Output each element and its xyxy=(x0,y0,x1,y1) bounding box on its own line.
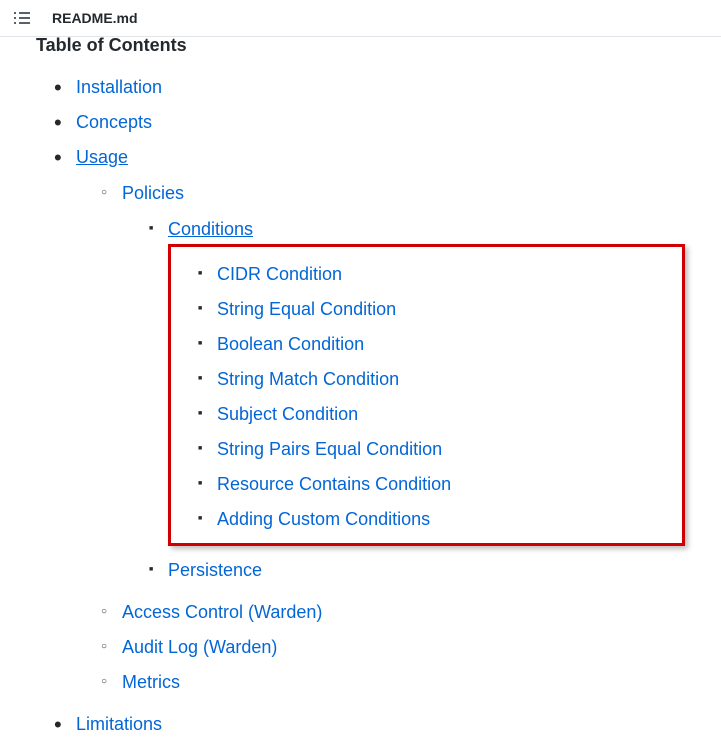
list-item: Metrics xyxy=(106,665,685,700)
toc-link-conditions[interactable]: Conditions xyxy=(168,219,253,239)
toc-list: Installation Concepts Usage Policies Con… xyxy=(36,70,685,742)
list-item: Persistence xyxy=(152,553,685,588)
toc-title: Table of Contents xyxy=(36,35,685,56)
toc-link-string-pairs-equal-condition[interactable]: String Pairs Equal Condition xyxy=(217,439,442,459)
toc-sublist: Policies Conditions CIDR Condition xyxy=(76,176,685,700)
list-item: String Match Condition xyxy=(201,362,676,397)
list-item: Subject Condition xyxy=(201,397,676,432)
list-item: Limitations xyxy=(60,707,685,742)
toc-link-metrics[interactable]: Metrics xyxy=(122,672,180,692)
list-item: Concepts xyxy=(60,105,685,140)
toc-link-subject-condition[interactable]: Subject Condition xyxy=(217,404,358,424)
toc-sublist: Conditions CIDR Condition String Equal C… xyxy=(122,212,685,588)
toc-link-adding-custom-conditions[interactable]: Adding Custom Conditions xyxy=(217,509,430,529)
list-item: Policies Conditions CIDR Condition xyxy=(106,176,685,595)
toc-link-boolean-condition[interactable]: Boolean Condition xyxy=(217,334,364,354)
list-item: Adding Custom Conditions xyxy=(201,502,676,537)
list-item: Boolean Condition xyxy=(201,327,676,362)
toc-link-concepts[interactable]: Concepts xyxy=(76,112,152,132)
list-icon[interactable] xyxy=(14,10,30,26)
list-item: Resource Contains Condition xyxy=(201,467,676,502)
toc-link-string-match-condition[interactable]: String Match Condition xyxy=(217,369,399,389)
filename: README.md xyxy=(52,10,138,26)
toc-link-audit-log[interactable]: Audit Log (Warden) xyxy=(122,637,277,657)
file-header: README.md xyxy=(0,0,721,37)
toc-sublist: CIDR Condition String Equal Condition Bo… xyxy=(171,257,676,537)
list-item: String Equal Condition xyxy=(201,292,676,327)
toc-link-persistence[interactable]: Persistence xyxy=(168,560,262,580)
toc-link-resource-contains-condition[interactable]: Resource Contains Condition xyxy=(217,474,451,494)
content-area: Table of Contents Installation Concepts … xyxy=(0,37,721,742)
list-item: String Pairs Equal Condition xyxy=(201,432,676,467)
list-item: Access Control (Warden) xyxy=(106,595,685,630)
list-item: CIDR Condition xyxy=(201,257,676,292)
list-item: Conditions CIDR Condition String Equal C… xyxy=(152,212,685,553)
toc-link-usage[interactable]: Usage xyxy=(76,147,128,167)
toc-link-cidr-condition[interactable]: CIDR Condition xyxy=(217,264,342,284)
list-item: Installation xyxy=(60,70,685,105)
toc-link-access-control[interactable]: Access Control (Warden) xyxy=(122,602,322,622)
toc-link-installation[interactable]: Installation xyxy=(76,77,162,97)
toc-link-limitations[interactable]: Limitations xyxy=(76,714,162,734)
highlight-box: CIDR Condition String Equal Condition Bo… xyxy=(168,244,685,546)
toc-link-string-equal-condition[interactable]: String Equal Condition xyxy=(217,299,396,319)
toc-link-policies[interactable]: Policies xyxy=(122,183,184,203)
list-item: Audit Log (Warden) xyxy=(106,630,685,665)
list-item: Usage Policies Conditions CIDR Condition xyxy=(60,140,685,707)
